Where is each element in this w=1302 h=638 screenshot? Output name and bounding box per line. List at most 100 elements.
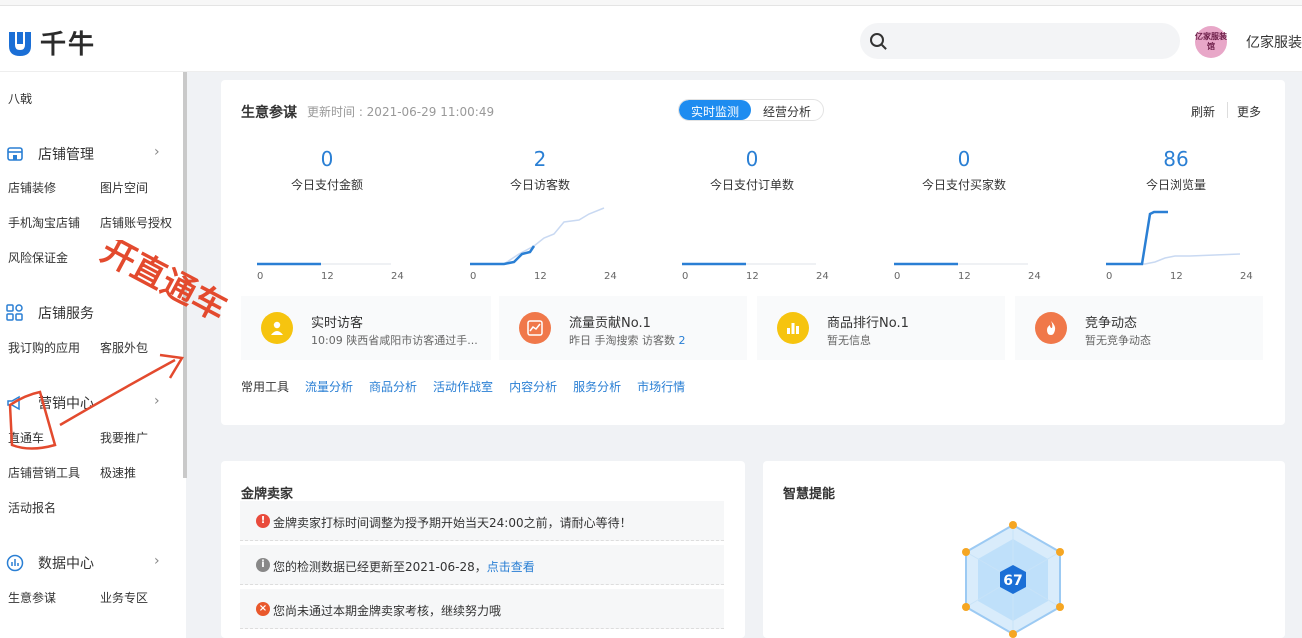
info-card-sub: 暂无竞争动态 <box>1085 334 1151 347</box>
sidebar-item-through-train[interactable]: 直通车 <box>8 429 44 446</box>
sidebar-section-title: 店铺服务 <box>38 306 94 322</box>
axis-tick: 24 <box>1028 271 1041 282</box>
bar-chart-icon <box>777 312 809 344</box>
sidebar-item-risk-deposit[interactable]: 风险保证金 <box>8 249 68 266</box>
tool-link-product[interactable]: 商品分析 <box>369 378 417 395</box>
sidebar-item-fast-promote[interactable]: 极速推 <box>100 464 136 481</box>
chevron-right-icon[interactable]: › <box>154 393 160 409</box>
tools-label: 常用工具 <box>241 380 290 394</box>
user-name[interactable]: 亿家服装 <box>1246 32 1302 52</box>
view-switch: 实时监测 经营分析 <box>678 99 825 121</box>
sidebar-item-account-auth[interactable]: 店铺账号授权 <box>100 214 172 231</box>
data-icon <box>6 554 24 572</box>
axis-tick: 12 <box>746 271 759 282</box>
qianniu-logo-icon <box>6 28 34 58</box>
sidebar-item-marketing-tools[interactable]: 店铺营销工具 <box>8 464 80 481</box>
notice-item: × 您尚未通过本期金牌卖家考核，继续努力哦 <box>240 589 724 629</box>
sidebar-item-my-apps[interactable]: 我订购的应用 <box>8 339 80 356</box>
card-title: 生意参谋 <box>241 105 297 121</box>
sidebar-section-data-center[interactable]: 数据中心 <box>6 553 94 573</box>
tool-link-campaign[interactable]: 活动作战室 <box>433 378 493 395</box>
sparkline-orders: 0 12 24 <box>682 262 829 282</box>
sidebar-scrollbar[interactable] <box>183 72 187 478</box>
metric-value-buyers: 0 <box>957 147 971 171</box>
axis-tick: 24 <box>816 271 829 282</box>
metric-label-buyers: 今日支付买家数 <box>921 178 1006 192</box>
search-input[interactable] <box>860 23 1180 59</box>
metric-label-visitors: 今日访客数 <box>509 178 570 192</box>
tool-link-service[interactable]: 服务分析 <box>573 378 621 395</box>
info-icon: i <box>256 558 270 572</box>
tab-realtime[interactable]: 实时监测 <box>679 100 752 120</box>
more-link[interactable]: 更多 <box>1237 103 1261 120</box>
sidebar-item-image-space[interactable]: 图片空间 <box>100 179 148 196</box>
smart-empower-card: 智慧提能 67 <box>763 461 1285 638</box>
metric-label-orders: 今日支付订单数 <box>709 178 794 192</box>
tool-link-traffic[interactable]: 流量分析 <box>305 378 353 395</box>
store-icon <box>6 145 24 163</box>
divider <box>1227 102 1228 118</box>
axis-tick: 0 <box>894 271 900 282</box>
metric-value-pageviews: 86 <box>1163 147 1189 171</box>
chevron-right-icon[interactable]: › <box>154 144 160 160</box>
tool-link-content[interactable]: 内容分析 <box>509 378 557 395</box>
notice-text: 您的检测数据已经更新至2021-06-28，点击查看 <box>273 558 535 575</box>
grid-icon <box>6 304 24 322</box>
metric-value-payment: 0 <box>320 147 334 171</box>
chevron-right-icon[interactable]: › <box>154 553 160 569</box>
tab-analysis[interactable]: 经营分析 <box>751 100 823 120</box>
sidebar: 八戟 店铺管理 › 店铺装修 图片空间 手机淘宝店铺 店铺账号授权 风险保证金 … <box>0 72 186 638</box>
metric-label-pageviews: 今日浏览量 <box>1145 178 1206 192</box>
refresh-link[interactable]: 刷新 <box>1191 103 1215 120</box>
info-card-product-rank[interactable]: 商品排行No.1 暂无信息 <box>757 296 1005 360</box>
sidebar-section-store-management[interactable]: 店铺管理 <box>6 144 94 164</box>
gold-seller-card: 金牌卖家 ! 金牌卖家打标时间调整为授予期开始当天24:00之前，请耐心等待！ … <box>221 461 745 638</box>
sidebar-item-outsourcing[interactable]: 客服外包 <box>100 339 148 356</box>
axis-tick: 24 <box>604 271 617 282</box>
avatar[interactable]: 亿家服装馆 <box>1195 26 1227 58</box>
info-card-competition[interactable]: 竞争动态 暂无竞争动态 <box>1015 296 1263 360</box>
sidebar-item-business-advisor[interactable]: 生意参谋 <box>8 589 56 606</box>
notice-item: i 您的检测数据已经更新至2021-06-28，点击查看 <box>240 545 724 585</box>
business-advisor-card: 生意参谋 更新时间 : 2021-06-29 11:00:49 实时监测 经营分… <box>221 80 1285 425</box>
sidebar-item-store-decoration[interactable]: 店铺装修 <box>8 179 56 196</box>
sidebar-item-business-zone[interactable]: 业务专区 <box>100 589 148 606</box>
notice-text-body: 您的检测数据已经更新至2021-06-28， <box>273 560 487 574</box>
view-details-link[interactable]: 点击查看 <box>487 560 535 574</box>
info-card-realtime-visitors[interactable]: 实时访客 10:09 陕西省咸阳市访客通过手... <box>241 296 491 360</box>
info-card-traffic[interactable]: 流量贡献No.1 昨日 手淘搜索 访客数 2 <box>499 296 747 360</box>
trend-icon <box>519 312 551 344</box>
score-value: 67 <box>1003 573 1022 589</box>
info-card-title: 竞争动态 <box>1085 316 1138 331</box>
info-card-sub: 10:09 陕西省咸阳市访客通过手... <box>311 334 478 347</box>
sidebar-item-activity-signup[interactable]: 活动报名 <box>8 499 56 516</box>
app-name: 千牛 <box>40 30 97 60</box>
sidebar-section-store-services[interactable]: 店铺服务 <box>6 303 94 323</box>
sidebar-section-title: 数据中心 <box>38 556 94 572</box>
tool-link-market[interactable]: 市场行情 <box>637 378 685 395</box>
sidebar-item-promote[interactable]: 我要推广 <box>100 429 148 446</box>
notice-text: 您尚未通过本期金牌卖家考核，继续努力哦 <box>273 604 502 618</box>
sidebar-item-top[interactable]: 八戟 <box>8 90 32 107</box>
sidebar-section-marketing[interactable]: 营销中心 <box>6 393 94 413</box>
update-time: 更新时间 : 2021-06-29 11:00:49 <box>307 105 495 119</box>
info-card-sub-text: 昨日 手淘搜索 访客数 <box>569 334 679 347</box>
notice-item: ! 金牌卖家打标时间调整为授予期开始当天24:00之前，请耐心等待！ <box>240 501 724 541</box>
sparkline-visitors: 0 12 24 <box>470 207 617 282</box>
axis-tick: 0 <box>682 271 688 282</box>
axis-tick: 0 <box>257 271 263 282</box>
notice-text: 金牌卖家打标时间调整为授予期开始当天24:00之前，请耐心等待！ <box>273 516 632 530</box>
sidebar-section-title: 营销中心 <box>38 396 94 412</box>
axis-tick: 0 <box>470 271 476 282</box>
megaphone-icon <box>6 394 24 412</box>
metric-value-visitors: 2 <box>533 147 547 171</box>
metric-value-orders: 0 <box>745 147 759 171</box>
axis-tick: 12 <box>321 271 334 282</box>
top-bar: 千牛 亿家服装馆 亿家服装 <box>0 6 1302 72</box>
alert-icon: ! <box>256 514 270 528</box>
sidebar-section-title: 店铺管理 <box>38 147 94 163</box>
sidebar-item-mobile-store[interactable]: 手机淘宝店铺 <box>8 214 80 231</box>
info-card-sub-number: 2 <box>678 334 686 347</box>
info-card-title: 流量贡献No.1 <box>569 316 651 331</box>
app-logo[interactable]: 千牛 <box>6 24 96 61</box>
